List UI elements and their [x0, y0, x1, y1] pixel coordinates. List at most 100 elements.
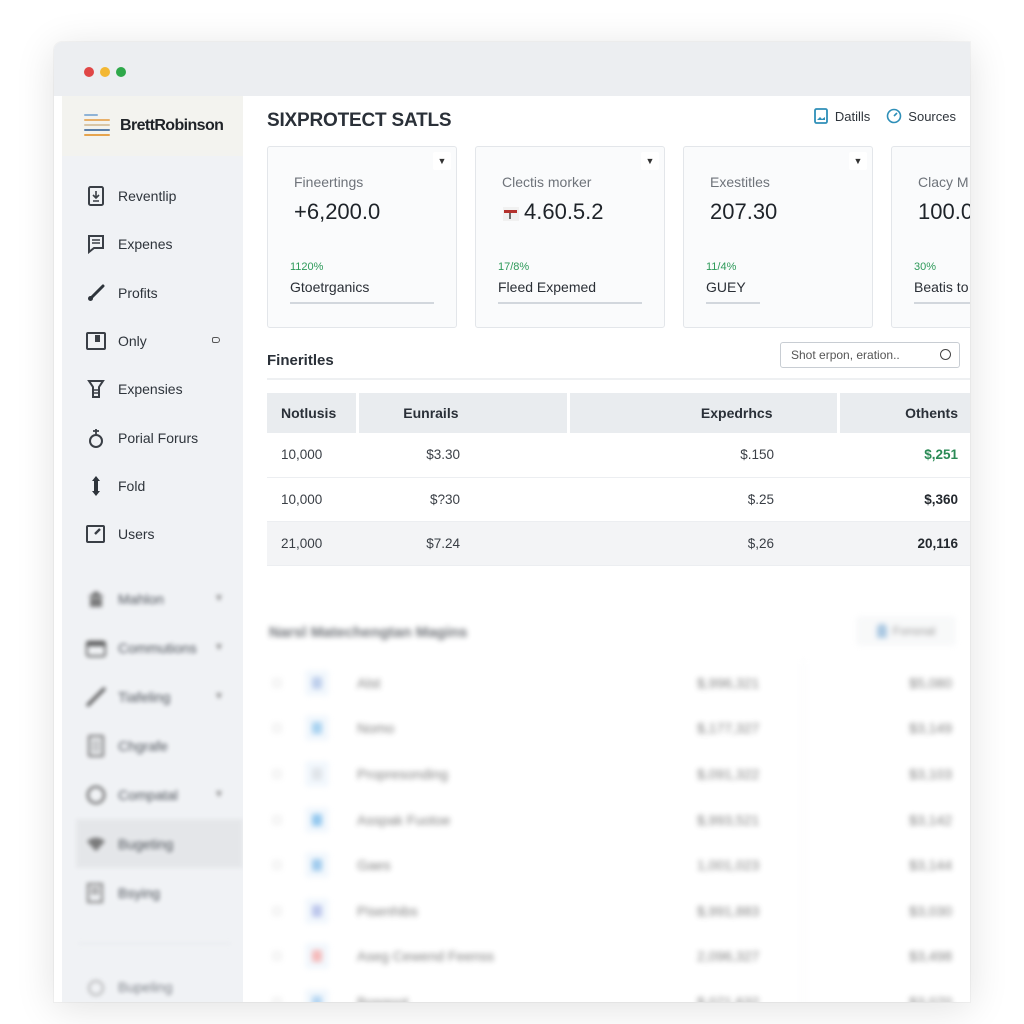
- item-name: Pisenhibs: [357, 902, 418, 919]
- list-item[interactable]: Alst $,996,321 $5,080: [267, 660, 970, 706]
- table-cell: 20,116: [838, 521, 970, 566]
- search-input[interactable]: Shot erpon, eration..: [780, 342, 960, 368]
- sidebar-item-fold[interactable]: Fold: [62, 462, 243, 510]
- item-other: $3,070: [909, 993, 952, 1002]
- stat-card[interactable]: ▼ Exestitles 207.30 11/4% GUEY: [683, 146, 873, 328]
- sidebar-item-expensies[interactable]: Expensies: [62, 365, 243, 413]
- table-cell: $3.30: [357, 433, 568, 478]
- minimize-window-button[interactable]: [100, 67, 110, 77]
- column-header[interactable]: Expedrhcs: [568, 393, 840, 433]
- sidebar-item-label: Commutions: [118, 639, 197, 656]
- sidebar-item-profits[interactable]: Profits: [62, 269, 243, 317]
- item-icon: [305, 988, 329, 1002]
- card-menu-chevron-icon[interactable]: ▼: [849, 152, 867, 170]
- row-checkbox[interactable]: [273, 769, 281, 778]
- stat-card[interactable]: ▼ Clectis morker 4.60.5.2 17/8% Fleed Ex…: [475, 146, 665, 328]
- card-underline: [498, 302, 642, 304]
- top-actions: Datills Sources: [813, 108, 956, 124]
- list-item[interactable]: Bosgoot $,071,632 $3,070: [267, 979, 970, 1002]
- table-cell: 21,000: [267, 521, 357, 566]
- list-item[interactable]: Asspak Fuotoe $,993,521 $3,142: [267, 797, 970, 843]
- item-name: Propresonding: [357, 765, 449, 782]
- close-window-button[interactable]: [84, 67, 94, 77]
- list-item[interactable]: Pisenhibs $,991,883 $3,030: [267, 888, 970, 934]
- sidebar-item-chgrafe[interactable]: Chgrafe: [62, 721, 243, 770]
- chevron-down-icon[interactable]: ▼: [214, 593, 224, 604]
- row-checkbox[interactable]: [273, 861, 281, 870]
- sidebar: BrettRobinson Reventlip Expenes Profits: [62, 96, 243, 1002]
- item-other: $3,498: [909, 948, 952, 965]
- sidebar-item-tiafeling[interactable]: Tiafeling ▼: [62, 672, 243, 721]
- sidebar-item-compatal[interactable]: Compatal ▼: [62, 770, 243, 819]
- card-subtitle: Beatis to: [914, 279, 969, 295]
- sidebar-item-label: Bupeling: [118, 978, 173, 995]
- card-menu-chevron-icon[interactable]: ▼: [641, 152, 659, 170]
- item-amount: $,091,322: [697, 765, 760, 782]
- brand-logo-icon: [84, 112, 110, 140]
- item-icon: [305, 669, 329, 696]
- search-icon[interactable]: [940, 349, 951, 360]
- stat-cards: ▼ Fineertings +6,200.0 1120% Gtoetrganic…: [267, 146, 970, 328]
- sidebar-item-label: Bsying: [118, 884, 161, 901]
- sidebar-item-label: Tiafeling: [118, 688, 171, 705]
- item-other: $3,149: [909, 720, 952, 737]
- card-change: 11/4%: [706, 261, 737, 273]
- stat-card[interactable]: Clacy M 100.0 30% Beatis to: [891, 146, 970, 328]
- sidebar-item-bsying[interactable]: Bsying: [62, 868, 243, 917]
- row-checkbox[interactable]: [273, 997, 281, 1002]
- table-cell: $.150: [568, 433, 838, 478]
- sidebar-item-only[interactable]: Only: [62, 317, 243, 365]
- list-item[interactable]: Propresonding $,091,322 $3,103: [267, 751, 970, 797]
- table-cell: 10,000: [267, 433, 357, 478]
- personal-button[interactable]: Fonsnal: [856, 616, 956, 646]
- table-row[interactable]: 10,000 $3.30 $.150 $,251: [267, 433, 970, 478]
- list-item[interactable]: Aseg Cewend Feenss 2,096,327 $3,498: [267, 934, 970, 980]
- sidebar-item-label: Users: [118, 526, 155, 543]
- item-other: $3,144: [909, 857, 952, 874]
- card-value: 4.60.5.2: [502, 199, 604, 225]
- column-header[interactable]: Othents: [838, 393, 970, 433]
- row-checkbox[interactable]: [273, 906, 281, 915]
- title-bar: [54, 42, 970, 96]
- chevron-down-icon[interactable]: ▼: [214, 789, 224, 800]
- table-cell: $,26: [568, 521, 838, 566]
- card-value: 100.0: [918, 199, 970, 225]
- sidebar-item-label: Compatal: [118, 786, 178, 803]
- item-other: $3,103: [909, 765, 952, 782]
- table-row[interactable]: 10,000 $?30 $.25 $,360: [267, 477, 970, 522]
- sidebar-item-reventlip[interactable]: Reventlip: [62, 172, 243, 220]
- lower-list: Alst $,996,321 $5,080 Nomo $,177,327 $3,…: [267, 660, 970, 1002]
- brand[interactable]: BrettRobinson: [62, 96, 243, 156]
- flag-icon: [502, 203, 520, 221]
- sidebar-item-label: Expensies: [118, 381, 183, 398]
- sidebar-item-expenes[interactable]: Expenes: [62, 220, 243, 268]
- sidebar-item-porial-forurs[interactable]: Porial Forurs: [62, 413, 243, 461]
- row-checkbox[interactable]: [273, 815, 281, 824]
- bank-icon: [86, 589, 106, 609]
- card-value-text: 100.0: [918, 199, 970, 224]
- list-item[interactable]: Gaes 1,001,023 $3,144: [267, 842, 970, 888]
- sidebar-item-mahlon[interactable]: Mahlon ▼: [62, 574, 243, 623]
- column-header[interactable]: Notlusis: [267, 393, 359, 433]
- sidebar-item-bupeling[interactable]: Bupeling: [62, 962, 243, 1002]
- sidebar-item-commutions[interactable]: Commutions ▼: [62, 623, 243, 672]
- row-checkbox[interactable]: [273, 952, 281, 961]
- row-checkbox[interactable]: [273, 678, 281, 687]
- card-menu-chevron-icon[interactable]: ▼: [433, 152, 451, 170]
- row-checkbox[interactable]: [273, 724, 281, 733]
- sidebar-item-bugeting[interactable]: Bugeting: [76, 819, 243, 869]
- personal-button-label: Fonsnal: [892, 624, 936, 638]
- sources-button[interactable]: Sources: [886, 108, 956, 124]
- chevron-down-icon[interactable]: ▼: [214, 642, 224, 653]
- sidebar-item-label: Reventlip: [118, 188, 177, 205]
- item-name: Nomo: [357, 720, 395, 737]
- sidebar-item-users[interactable]: Users: [62, 510, 243, 558]
- list-item[interactable]: Nomo $,177,327 $3,149: [267, 706, 970, 752]
- chevron-down-icon[interactable]: ▼: [214, 691, 224, 702]
- details-button[interactable]: Datills: [813, 108, 870, 124]
- maximize-window-button[interactable]: [116, 67, 126, 77]
- table-cell: $?30: [357, 477, 568, 522]
- table-row[interactable]: 21,000 $7.24 $,26 20,116: [267, 521, 970, 566]
- column-header[interactable]: Eunrails: [357, 393, 570, 433]
- stat-card[interactable]: ▼ Fineertings +6,200.0 1120% Gtoetrganic…: [267, 146, 457, 328]
